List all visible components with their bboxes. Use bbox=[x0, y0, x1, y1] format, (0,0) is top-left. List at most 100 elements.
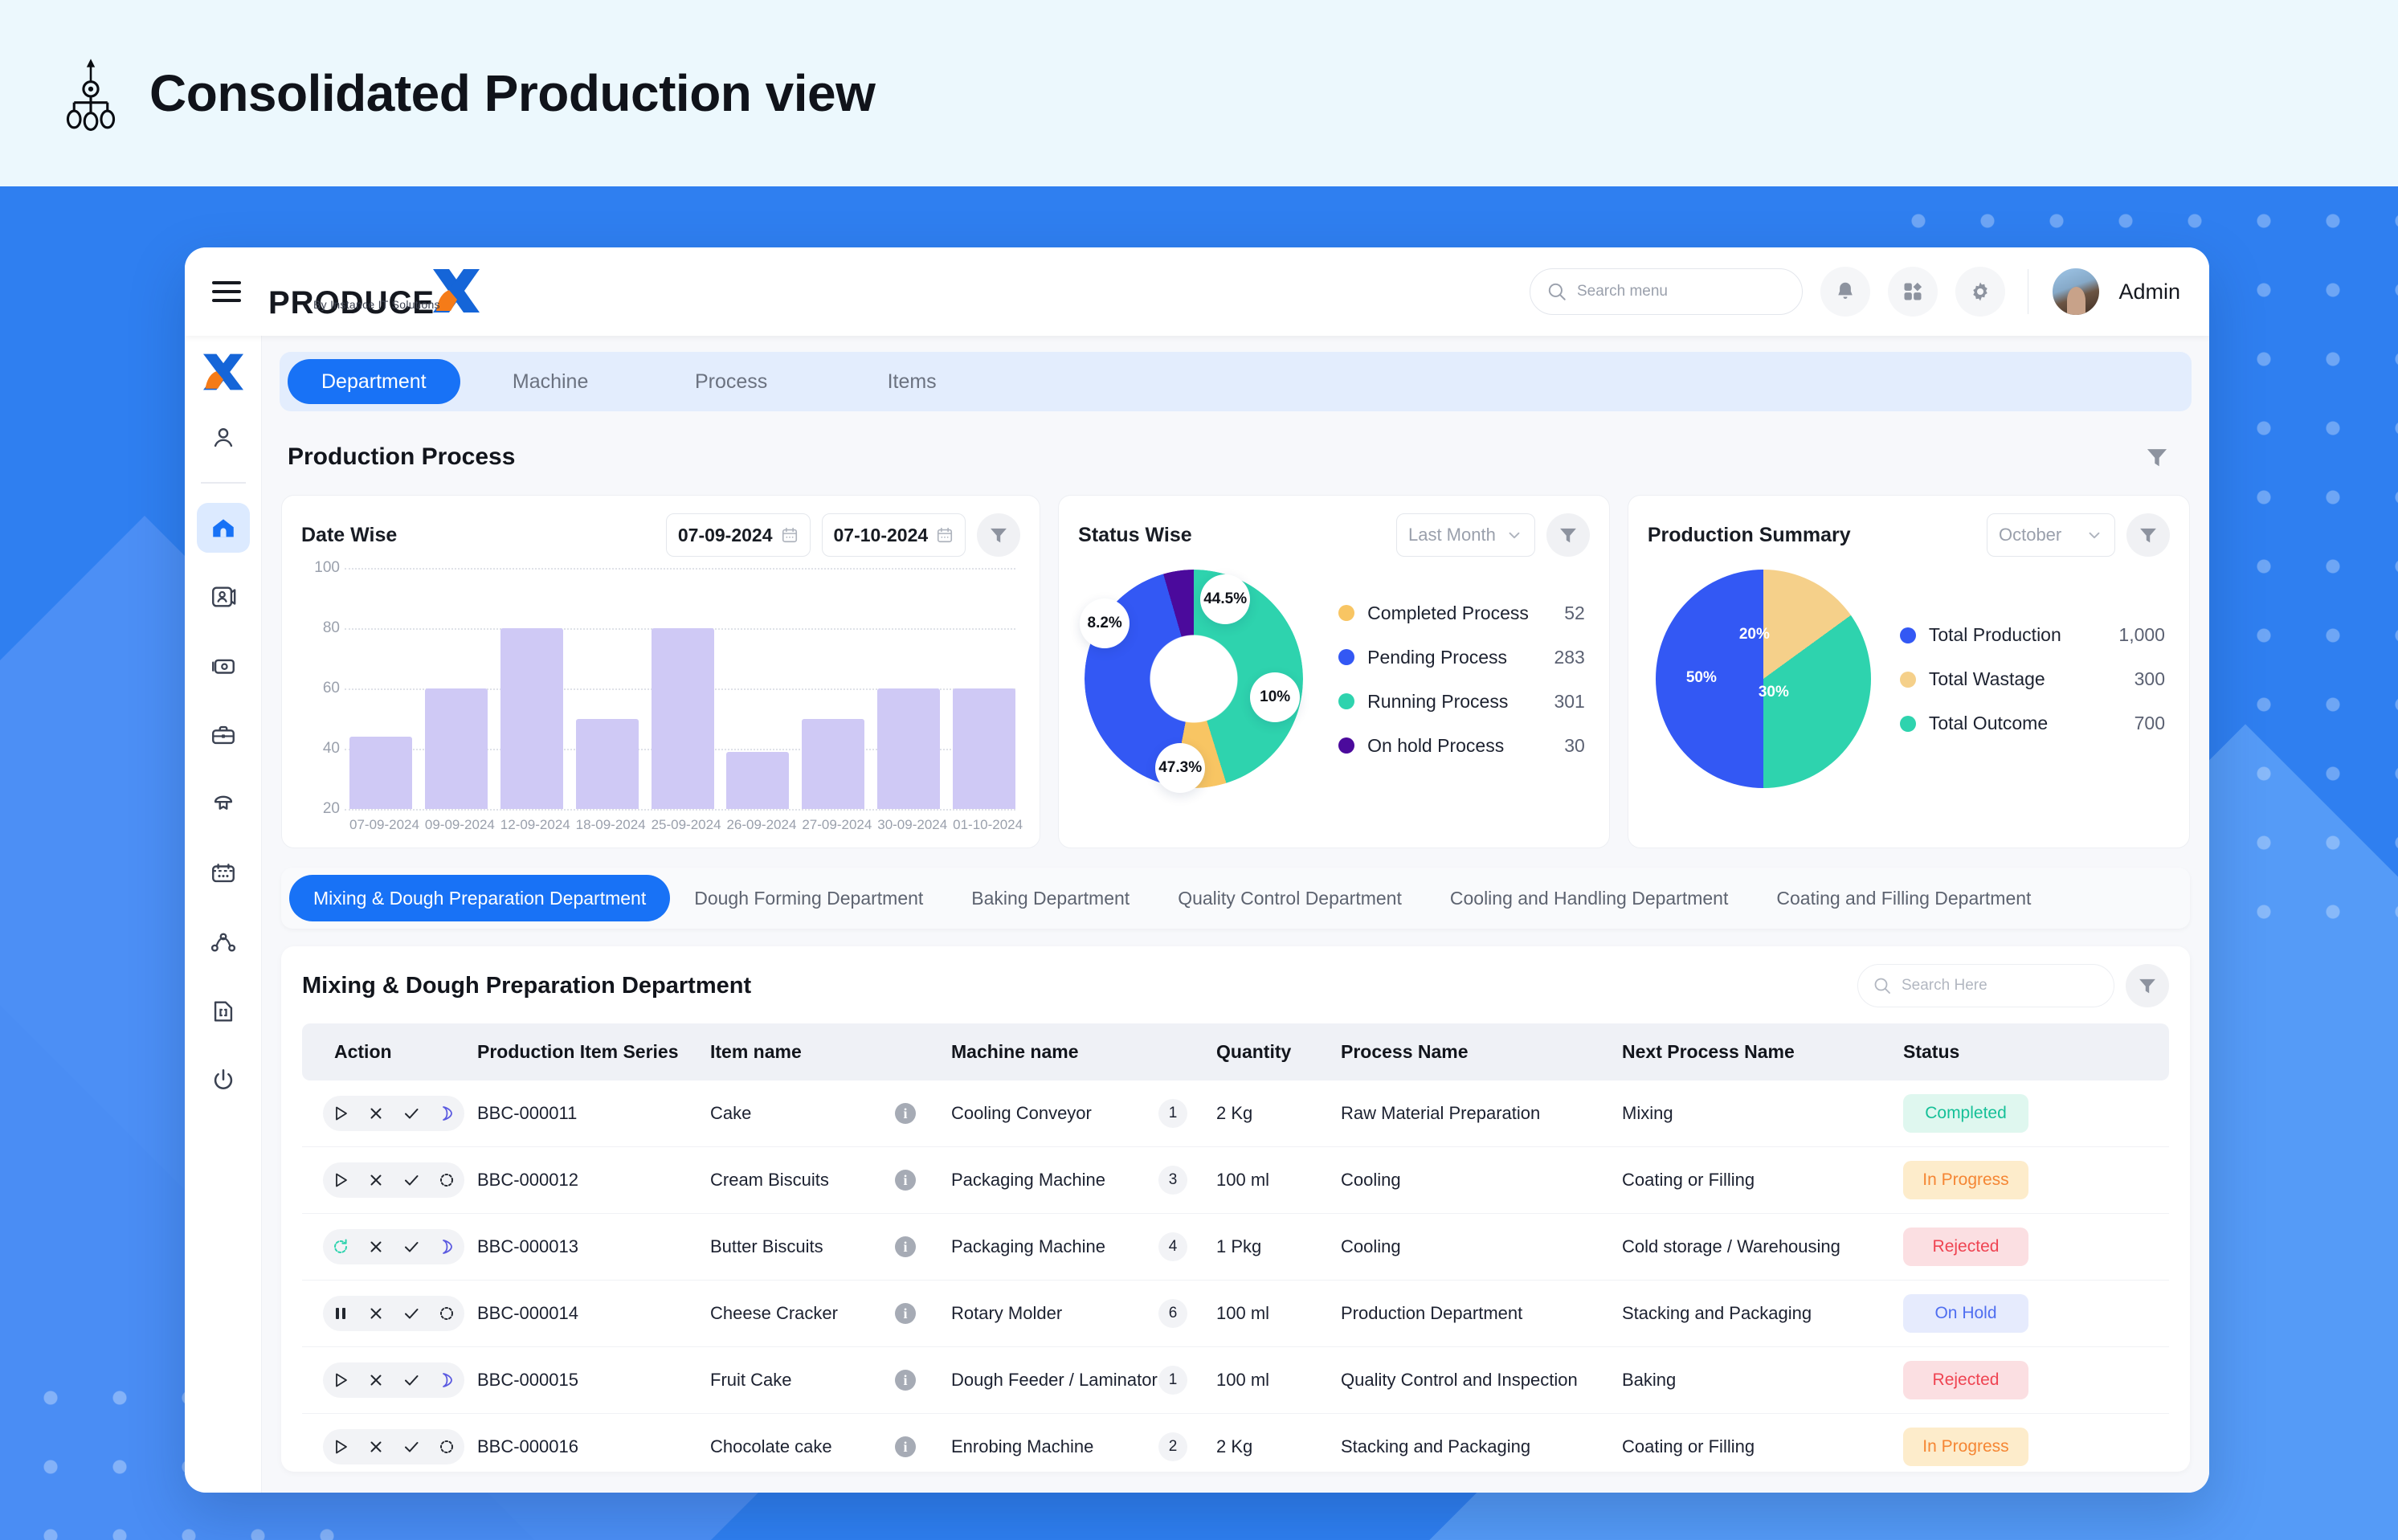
legend-item[interactable]: On hold Process 30 bbox=[1338, 735, 1585, 757]
chart-bar-column[interactable] bbox=[953, 568, 1016, 809]
table-row[interactable]: BBC-000012 Cream Biscuits i Packaging Machi… bbox=[302, 1146, 2169, 1214]
loading-action-button[interactable] bbox=[429, 1296, 464, 1331]
sidebar-item-machine[interactable] bbox=[197, 779, 250, 829]
chart-bar[interactable] bbox=[802, 718, 865, 809]
chart-bar[interactable] bbox=[877, 688, 941, 809]
play-action-button[interactable] bbox=[323, 1162, 358, 1198]
notification-button[interactable] bbox=[1820, 267, 1870, 317]
tab-items[interactable]: Items bbox=[822, 359, 1003, 404]
check-action-button[interactable] bbox=[394, 1362, 429, 1398]
date-to-input[interactable]: 07-10-2024 bbox=[821, 513, 966, 557]
chart-bar[interactable] bbox=[953, 688, 1016, 809]
check-action-button[interactable] bbox=[394, 1429, 429, 1464]
apps-button[interactable] bbox=[1887, 267, 1938, 317]
chart-bar-column[interactable] bbox=[651, 568, 714, 809]
chart-bar-column[interactable] bbox=[349, 568, 412, 809]
table-row[interactable]: BBC-000011 Cake i Cooling Conveyor 1 2 Kg Raw … bbox=[302, 1080, 2169, 1147]
loading-action-button[interactable] bbox=[429, 1162, 464, 1198]
close-action-button[interactable] bbox=[358, 1162, 394, 1198]
legend-item[interactable]: Running Process 301 bbox=[1338, 691, 1585, 713]
close-action-button[interactable] bbox=[358, 1229, 394, 1264]
section-filter-button[interactable] bbox=[2135, 435, 2179, 479]
legend-item[interactable]: Total Outcome 700 bbox=[1899, 713, 2165, 734]
tab-machine[interactable]: Machine bbox=[460, 359, 641, 404]
sidebar-item-network[interactable] bbox=[197, 917, 250, 967]
next-action-button[interactable] bbox=[429, 1096, 464, 1131]
chart-bar[interactable] bbox=[500, 628, 563, 809]
check-action-button[interactable] bbox=[394, 1296, 429, 1331]
chart-bar[interactable] bbox=[349, 737, 412, 809]
hamburger-icon[interactable] bbox=[212, 281, 241, 302]
tab-department[interactable]: Department bbox=[288, 359, 460, 404]
table-column-header[interactable]: Item name bbox=[710, 1023, 951, 1080]
settings-button[interactable] bbox=[1955, 267, 2005, 317]
info-icon[interactable]: i bbox=[895, 1370, 916, 1391]
next-action-button[interactable] bbox=[429, 1229, 464, 1264]
search-input[interactable]: Search menu bbox=[1529, 268, 1803, 315]
legend-item[interactable]: Total Production 1,000 bbox=[1899, 624, 2165, 646]
sidebar-item-calendar[interactable] bbox=[197, 848, 250, 898]
chart-bar[interactable] bbox=[424, 688, 488, 809]
avatar[interactable] bbox=[2051, 267, 2102, 317]
sidebar-item-home[interactable] bbox=[196, 502, 250, 553]
sidebar-item-briefcase[interactable] bbox=[197, 710, 250, 760]
pause-action-button[interactable] bbox=[323, 1296, 358, 1331]
sidebar-logo-x-icon[interactable] bbox=[200, 352, 247, 392]
next-action-button[interactable] bbox=[429, 1362, 464, 1398]
table-row[interactable]: BBC-000016 Chocolate cake i Enrobing Machin… bbox=[302, 1413, 2169, 1472]
tab-process[interactable]: Process bbox=[641, 359, 822, 404]
chart-bar[interactable] bbox=[575, 718, 639, 809]
date-from-input[interactable]: 07-09-2024 bbox=[665, 513, 811, 557]
department-tab[interactable]: Mixing & Dough Preparation Department bbox=[289, 875, 671, 921]
department-tab[interactable]: Quality Control Department bbox=[1154, 875, 1426, 921]
department-tab[interactable]: Cooling and Handling Department bbox=[1426, 875, 1753, 921]
check-action-button[interactable] bbox=[394, 1096, 429, 1131]
legend-item[interactable]: Total Wastage 300 bbox=[1899, 668, 2165, 690]
chart-bar[interactable] bbox=[651, 628, 714, 809]
play-action-button[interactable] bbox=[323, 1362, 358, 1398]
status-period-select[interactable]: Last Month bbox=[1395, 513, 1535, 557]
table-filter-button[interactable] bbox=[2126, 964, 2169, 1007]
sidebar-item-document-code[interactable] bbox=[197, 986, 250, 1036]
department-tab[interactable]: Dough Forming Department bbox=[670, 875, 947, 921]
refresh-action-button[interactable] bbox=[323, 1229, 358, 1264]
info-icon[interactable]: i bbox=[895, 1103, 916, 1124]
info-icon[interactable]: i bbox=[895, 1236, 916, 1257]
department-tab[interactable]: Baking Department bbox=[947, 875, 1154, 921]
table-column-header[interactable]: Status bbox=[1903, 1023, 2169, 1080]
play-action-button[interactable] bbox=[323, 1096, 358, 1131]
info-icon[interactable]: i bbox=[895, 1303, 916, 1324]
close-action-button[interactable] bbox=[358, 1362, 394, 1398]
production-summary-filter-button[interactable] bbox=[2126, 513, 2170, 557]
close-action-button[interactable] bbox=[358, 1096, 394, 1131]
chart-bar[interactable] bbox=[726, 751, 790, 809]
sidebar-item-document-user[interactable] bbox=[197, 572, 250, 622]
status-wise-filter-button[interactable] bbox=[1546, 513, 1590, 557]
department-tab[interactable]: Coating and Filling Department bbox=[1752, 875, 2055, 921]
close-action-button[interactable] bbox=[358, 1296, 394, 1331]
summary-period-select[interactable]: October bbox=[1986, 513, 2115, 557]
sidebar-item-power[interactable] bbox=[197, 1056, 250, 1105]
chart-bar-column[interactable] bbox=[500, 568, 563, 809]
date-wise-filter-button[interactable] bbox=[977, 513, 1021, 557]
legend-item[interactable]: Pending Process 283 bbox=[1338, 647, 1585, 668]
info-icon[interactable]: i bbox=[895, 1436, 916, 1457]
table-search-input[interactable]: Search Here bbox=[1857, 964, 2114, 1007]
table-column-header[interactable]: Action bbox=[302, 1023, 477, 1080]
info-icon[interactable]: i bbox=[895, 1170, 916, 1191]
play-action-button[interactable] bbox=[323, 1429, 358, 1464]
legend-item[interactable]: Completed Process 52 bbox=[1338, 603, 1585, 624]
app-logo[interactable]: PRODUCE By Instance IT Solutions bbox=[268, 266, 483, 319]
table-column-header[interactable]: Next Process Name bbox=[1622, 1023, 1903, 1080]
table-row[interactable]: BBC-000014 Cheese Cracker i Rotary Molder 6 1… bbox=[302, 1280, 2169, 1347]
loading-action-button[interactable] bbox=[429, 1429, 464, 1464]
close-action-button[interactable] bbox=[358, 1429, 394, 1464]
table-column-header[interactable]: Production Item Series bbox=[477, 1023, 710, 1080]
chart-bar-column[interactable] bbox=[726, 568, 790, 809]
table-row[interactable]: BBC-000015 Fruit Cake i Dough Feeder / Lami… bbox=[302, 1346, 2169, 1414]
sidebar-item-profile[interactable] bbox=[197, 413, 250, 463]
chart-bar-column[interactable] bbox=[877, 568, 941, 809]
table-column-header[interactable]: Process Name bbox=[1341, 1023, 1622, 1080]
table-row[interactable]: BBC-000013 Butter Biscuits i Packaging Mach… bbox=[302, 1213, 2169, 1281]
chart-bar-column[interactable] bbox=[575, 568, 639, 809]
